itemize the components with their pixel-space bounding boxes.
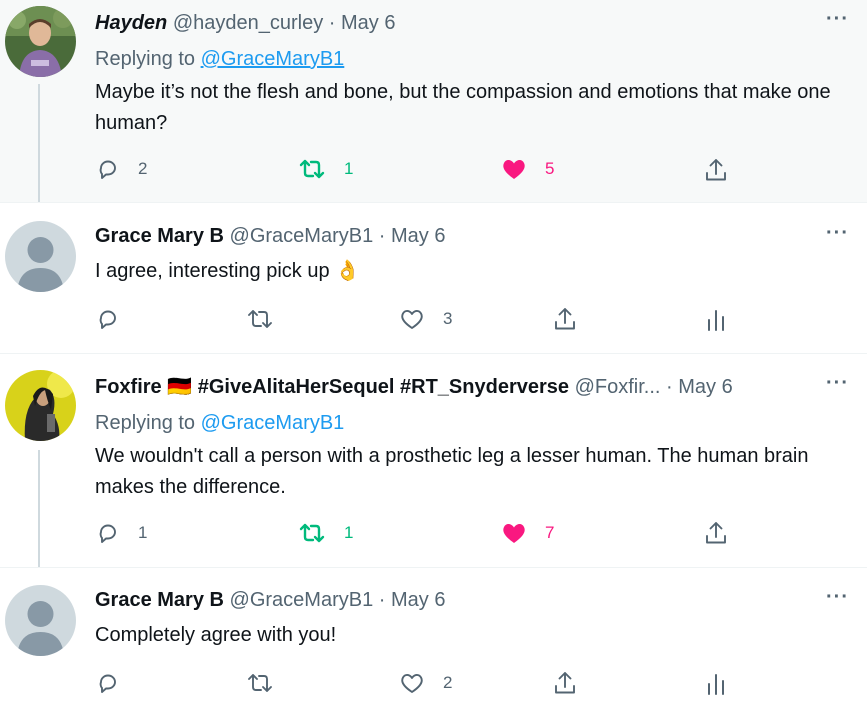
retweet-count: 1 xyxy=(344,523,354,542)
avatar-default[interactable] xyxy=(5,585,76,656)
separator-dot: · xyxy=(378,225,386,247)
tweet-foxfire[interactable]: Foxfire 🇩🇪 #GiveAlitaHerSequel #RT_Snyde… xyxy=(0,354,867,567)
avatar-hayden[interactable] xyxy=(5,6,76,77)
reply-button[interactable] xyxy=(96,671,120,695)
retweet-button[interactable]: 1 xyxy=(298,521,353,545)
display-name[interactable]: Grace Mary B xyxy=(95,589,224,611)
retweet-icon xyxy=(248,310,272,328)
analytics-icon xyxy=(708,674,724,695)
tweet-date[interactable]: May 6 xyxy=(341,12,395,34)
reply-count: 2 xyxy=(138,159,148,178)
tweet-date[interactable]: May 6 xyxy=(678,376,732,398)
tweet-grace-2[interactable]: Grace Mary B @GraceMaryB1 · May 6 ··· Co… xyxy=(0,568,867,719)
like-button[interactable]: 3 xyxy=(399,307,452,331)
tweet-header: Foxfire 🇩🇪 #GiveAlitaHerSequel #RT_Snyde… xyxy=(95,375,733,399)
reply-button[interactable] xyxy=(96,307,120,331)
heart-filled-icon xyxy=(503,524,525,543)
german-flag-emoji: 🇩🇪 xyxy=(167,376,193,398)
like-count: 7 xyxy=(545,523,555,542)
tweet-header: Grace Mary B @GraceMaryB1 · May 6 xyxy=(95,588,445,612)
retweet-count: 1 xyxy=(344,159,354,178)
retweet-icon xyxy=(248,674,272,692)
reply-icon xyxy=(99,674,116,693)
replying-to: Replying to @GraceMaryB1 xyxy=(95,47,344,71)
separator-dot: · xyxy=(378,589,386,611)
thread-line xyxy=(38,450,40,567)
reply-button[interactable]: 2 xyxy=(96,157,147,181)
heart-icon xyxy=(401,673,423,693)
tweet-grace-1[interactable]: Grace Mary B @GraceMaryB1 · May 6 ··· I … xyxy=(0,203,867,353)
tweet-hayden[interactable]: Hayden @hayden_curley · May 6 ··· Replyi… xyxy=(0,0,867,202)
like-count: 3 xyxy=(443,309,453,328)
retweet-button[interactable] xyxy=(246,307,274,331)
tweet-header: Grace Mary B @GraceMaryB1 · May 6 xyxy=(95,224,445,248)
share-icon xyxy=(555,672,575,694)
display-name-hashtags[interactable]: #GiveAlitaHerSequel #RT_Snyderverse xyxy=(198,376,569,398)
retweet-icon xyxy=(299,523,325,543)
like-count: 5 xyxy=(545,159,555,178)
replying-to-label: Replying to xyxy=(95,412,196,434)
replying-to-handle[interactable]: @GraceMaryB1 xyxy=(201,48,345,70)
heart-filled-icon xyxy=(503,160,525,179)
reply-button[interactable]: 1 xyxy=(96,521,147,545)
share-button[interactable] xyxy=(704,520,728,546)
like-button[interactable]: 2 xyxy=(399,671,452,695)
retweet-button[interactable]: 1 xyxy=(298,157,353,181)
share-button[interactable] xyxy=(553,670,577,696)
share-icon xyxy=(706,159,726,181)
retweet-button[interactable] xyxy=(246,671,274,695)
analytics-button[interactable] xyxy=(705,308,727,332)
share-button[interactable] xyxy=(553,306,577,332)
share-button[interactable] xyxy=(704,157,728,183)
like-button[interactable]: 7 xyxy=(501,521,554,545)
avatar-foxfire[interactable] xyxy=(5,370,76,441)
tweet-header: Hayden @hayden_curley · May 6 xyxy=(95,11,395,35)
analytics-icon xyxy=(708,310,724,331)
share-icon xyxy=(555,308,575,330)
avatar-default[interactable] xyxy=(5,221,76,292)
display-name[interactable]: Foxfire xyxy=(95,376,162,398)
user-handle[interactable]: @hayden_curley xyxy=(173,12,323,34)
more-options-button[interactable]: ··· xyxy=(826,223,849,243)
more-options-button[interactable]: ··· xyxy=(826,373,849,393)
reply-icon xyxy=(99,524,116,543)
like-count: 2 xyxy=(443,673,453,692)
reply-count: 1 xyxy=(138,523,148,542)
retweet-icon xyxy=(299,159,325,179)
tweet-text: We wouldn't call a person with a prosthe… xyxy=(95,445,809,498)
reply-icon xyxy=(99,160,116,179)
more-options-button[interactable]: ··· xyxy=(826,587,849,607)
analytics-button[interactable] xyxy=(705,672,727,696)
tweet-text: Maybe it’s not the flesh and bone, but t… xyxy=(95,81,831,134)
heart-icon xyxy=(401,309,423,329)
ok-hand-emoji: 👌 xyxy=(335,260,361,282)
replying-to-label: Replying to xyxy=(95,48,196,70)
separator-dot: · xyxy=(328,12,336,34)
share-icon xyxy=(706,522,726,544)
thread-line xyxy=(38,84,40,202)
separator-dot: · xyxy=(666,376,673,398)
replying-to: Replying to @GraceMaryB1 xyxy=(95,411,344,435)
tweet-text: Completely agree with you! xyxy=(95,624,337,646)
tweet-date[interactable]: May 6 xyxy=(391,225,445,247)
display-name[interactable]: Grace Mary B xyxy=(95,225,224,247)
user-handle[interactable]: @GraceMaryB1 xyxy=(230,225,374,247)
reply-icon xyxy=(99,310,116,329)
replying-to-handle[interactable]: @GraceMaryB1 xyxy=(201,412,345,434)
tweet-date[interactable]: May 6 xyxy=(391,589,445,611)
user-handle[interactable]: @Foxfir... xyxy=(575,376,661,398)
more-options-button[interactable]: ··· xyxy=(826,9,849,29)
display-name[interactable]: Hayden xyxy=(95,12,167,34)
user-handle[interactable]: @GraceMaryB1 xyxy=(230,589,374,611)
like-button[interactable]: 5 xyxy=(501,157,554,181)
tweet-text-content: I agree, interesting pick up xyxy=(95,260,330,282)
tweet-text: I agree, interesting pick up 👌 xyxy=(95,256,835,287)
